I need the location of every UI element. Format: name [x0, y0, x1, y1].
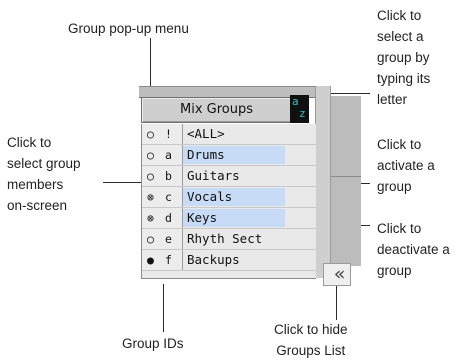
group-id-cell[interactable]: ⊗ c: [142, 187, 183, 207]
callout-select-members: Click to select group members on-screen: [7, 132, 81, 216]
group-id-letter: c: [165, 190, 172, 204]
group-select-indicator: ⊗: [147, 211, 154, 225]
callout-select-by-letter: Click to select a group by typing its le…: [377, 5, 430, 110]
leader-line-hide: [336, 285, 337, 320]
group-id-cell[interactable]: ○ e: [142, 229, 183, 249]
callout-deactivate-group: Click to deactivate a group: [377, 218, 450, 281]
callout-line: on-screen: [7, 198, 68, 213]
sort-letter-a: a: [292, 95, 299, 108]
group-name[interactable]: Rhyth Sect: [183, 230, 285, 248]
group-id-cell[interactable]: ○ b: [142, 166, 183, 186]
callout-line: members: [7, 177, 64, 192]
group-row[interactable]: ○! <ALL>: [142, 124, 316, 145]
group-select-indicator: ○: [147, 169, 154, 183]
group-id-letter: f: [165, 253, 172, 267]
group-id-letter: !: [165, 127, 172, 141]
group-name[interactable]: <ALL>: [183, 125, 285, 143]
double-chevron-left-icon: «: [333, 263, 345, 285]
group-select-indicator: ○: [147, 127, 154, 141]
callout-line: select a: [377, 29, 424, 44]
leader-line-members: [103, 182, 144, 183]
group-row[interactable]: ⊗ d Keys: [142, 208, 316, 229]
leader-line-group-ids: [163, 284, 164, 332]
group-name[interactable]: Drums: [183, 146, 285, 164]
group-select-indicator: ⊗: [147, 190, 154, 204]
callout-line: select group: [7, 156, 81, 171]
callout-line: group: [377, 263, 412, 278]
callout-line: Groups List: [276, 343, 346, 358]
group-popup-menu[interactable]: Mix Groups: [141, 97, 292, 123]
groups-list-scrollbar[interactable]: [315, 86, 331, 278]
callout-line: group by: [377, 50, 430, 65]
group-id-cell[interactable]: ○!: [142, 124, 183, 144]
callout-hide-groups-list: Click to hide Groups List: [274, 319, 348, 361]
callout-line: Click to hide: [274, 322, 348, 337]
group-name[interactable]: Backups: [183, 251, 285, 269]
sort-letter-z: z: [299, 107, 306, 120]
hide-groups-list-button[interactable]: «: [323, 263, 351, 286]
callout-line: Click to: [377, 221, 422, 236]
group-id-letter: b: [165, 169, 172, 183]
group-row[interactable]: ○ a Drums: [142, 145, 316, 166]
group-id-letter: e: [165, 232, 172, 246]
group-select-indicator: ○: [147, 232, 154, 246]
callout-group-ids: Group IDs: [122, 336, 184, 351]
group-id-letter: d: [165, 211, 172, 225]
group-row[interactable]: ⊗ c Vocals: [142, 187, 316, 208]
groups-list-window: Mix Groups a z ○! <ALL> ○ a Drums ○ b Guit…: [139, 86, 361, 286]
group-name[interactable]: Keys: [183, 209, 285, 227]
callout-group-popup-menu: Group pop-up menu: [68, 21, 189, 36]
group-id-cell[interactable]: ● f: [142, 250, 183, 270]
callout-line: Click to: [377, 137, 422, 152]
group-select-indicator: ○: [147, 148, 154, 162]
callout-line: group: [377, 179, 412, 194]
group-id-letter: a: [165, 148, 172, 162]
callout-line: activate a: [377, 158, 435, 173]
group-select-indicator: ●: [147, 253, 154, 267]
callout-line: letter: [377, 92, 408, 107]
group-name[interactable]: Guitars: [183, 167, 285, 185]
callout-line: Click to: [377, 8, 422, 23]
callout-line: Click to: [7, 135, 52, 150]
callout-line: typing its: [377, 71, 431, 86]
edit-window-background: [329, 96, 361, 266]
divider: [330, 176, 361, 177]
callout-activate-group: Click to activate a group: [377, 134, 435, 197]
group-row[interactable]: ○ b Guitars: [142, 166, 316, 187]
groups-list: ○! <ALL> ○ a Drums ○ b Guitars ⊗ c Vocals ⊗…: [141, 124, 316, 279]
group-name[interactable]: Vocals: [183, 188, 285, 206]
group-row[interactable]: ○ e Rhyth Sect: [142, 229, 316, 250]
group-id-cell[interactable]: ⊗ d: [142, 208, 183, 228]
group-id-cell[interactable]: ○ a: [142, 145, 183, 165]
sort-az-icon[interactable]: a z: [290, 95, 309, 123]
group-row[interactable]: ● f Backups: [142, 250, 316, 271]
callout-line: deactivate a: [377, 242, 450, 257]
